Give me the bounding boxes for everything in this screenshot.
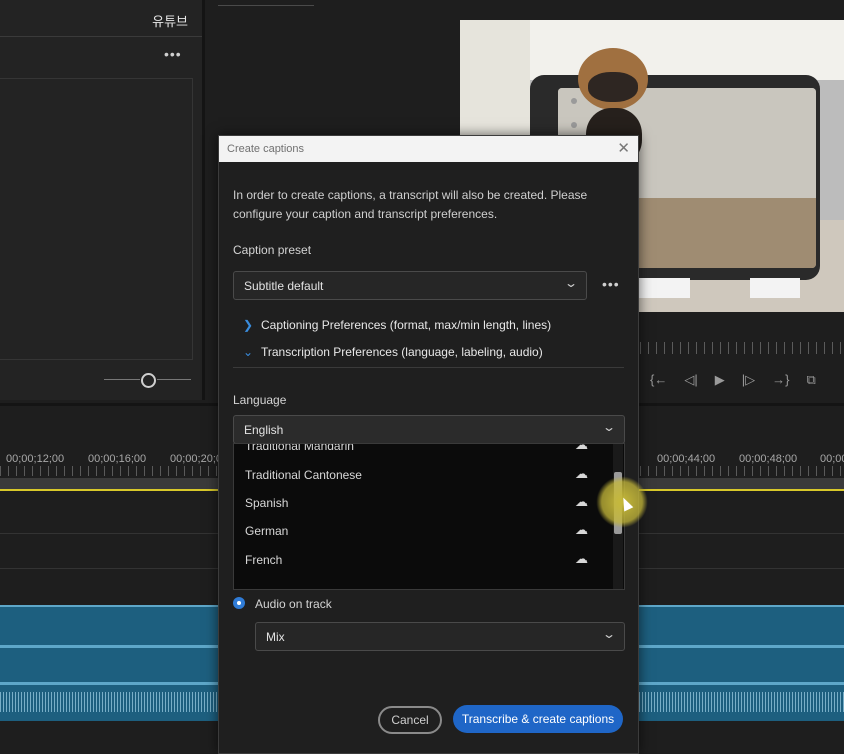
language-value: English bbox=[244, 423, 284, 437]
timecode-label: 00;00;48;00 bbox=[739, 453, 798, 465]
video-plush-face bbox=[588, 72, 638, 102]
audio-track-select[interactable]: Mix ⌄ bbox=[255, 622, 625, 651]
phone-control-icon bbox=[571, 98, 577, 104]
caption-preset-label: Caption preset bbox=[233, 243, 312, 257]
chevron-down-icon: ⌄ bbox=[601, 627, 617, 641]
chevron-right-icon: ❯ bbox=[243, 318, 254, 332]
language-dropdown-list[interactable]: Traditional Mandarin ☁ Traditional Canto… bbox=[233, 443, 625, 590]
project-panel-content bbox=[0, 78, 193, 360]
language-option-label: Traditional Mandarin bbox=[245, 443, 354, 453]
zoom-slider-handle[interactable] bbox=[141, 373, 156, 388]
chevron-down-icon: ⌄ bbox=[243, 345, 254, 359]
create-captions-dialog: Create captions ✕ In order to create cap… bbox=[218, 135, 648, 754]
list-item[interactable]: Traditional Mandarin ☁ bbox=[234, 443, 612, 460]
timecode-label: 00;00 bbox=[820, 453, 844, 465]
zoom-slider-track-right[interactable] bbox=[157, 379, 191, 380]
language-option-label: Traditional Cantonese bbox=[245, 468, 362, 482]
step-forward-icon[interactable]: |▷ bbox=[742, 372, 755, 388]
audio-track-value: Mix bbox=[266, 630, 285, 644]
source-tab-underline bbox=[218, 5, 314, 6]
timecode-label: 00;00;44;00 bbox=[657, 453, 716, 465]
cloud-download-icon: ☁ bbox=[575, 522, 588, 537]
cloud-download-icon: ☁ bbox=[575, 551, 588, 566]
transcription-preferences-toggle[interactable]: ⌄ Transcription Preferences (language, la… bbox=[243, 345, 543, 359]
caption-preset-value: Subtitle default bbox=[244, 279, 324, 293]
audio-on-track-radio[interactable] bbox=[233, 597, 245, 609]
captioning-preferences-label: Captioning Preferences (format, max/min … bbox=[261, 318, 552, 332]
more-horizontal-icon[interactable]: ••• bbox=[164, 46, 182, 62]
step-back-icon[interactable]: ◁| bbox=[684, 372, 697, 388]
project-panel-header: 유튜브 bbox=[0, 0, 202, 37]
monitor-timeline-ruler[interactable] bbox=[640, 342, 844, 354]
audio-on-track-label: Audio on track bbox=[255, 597, 332, 611]
captioning-preferences-toggle[interactable]: ❯ Captioning Preferences (format, max/min… bbox=[243, 318, 551, 332]
list-item[interactable]: Traditional Cantonese ☁ bbox=[234, 461, 612, 489]
video-window-top bbox=[530, 20, 844, 80]
timecode-label: 00;00;12;00 bbox=[6, 453, 65, 465]
play-icon[interactable]: ▶ bbox=[715, 372, 725, 388]
dialog-titlebar: Create captions ✕ bbox=[219, 136, 638, 162]
section-divider bbox=[233, 367, 624, 368]
language-option-label: Spanish bbox=[245, 496, 289, 510]
language-option-label: German bbox=[245, 524, 289, 538]
timecode-label: 00;00;16;00 bbox=[88, 453, 147, 465]
phone-control-icon bbox=[571, 122, 577, 128]
transcribe-create-captions-button[interactable]: Transcribe & create captions bbox=[453, 705, 623, 733]
transcription-preferences-label: Transcription Preferences (language, lab… bbox=[261, 345, 543, 359]
cloud-download-icon: ☁ bbox=[575, 466, 588, 481]
list-item[interactable]: German ☁ bbox=[234, 517, 612, 545]
timecode-label: 00;00;20;0 bbox=[170, 453, 222, 465]
cancel-button[interactable]: Cancel bbox=[378, 706, 442, 734]
dialog-intro-text: In order to create captions, a transcrip… bbox=[233, 188, 588, 221]
video-stand-left bbox=[630, 278, 690, 298]
language-option-label: French bbox=[245, 553, 283, 567]
more-horizontal-icon[interactable]: ••• bbox=[602, 276, 620, 292]
language-label: Language bbox=[233, 393, 287, 407]
project-panel: 유튜브 ••• bbox=[0, 0, 205, 400]
export-frame-icon[interactable]: ⧉ bbox=[806, 372, 815, 388]
dialog-title: Create captions bbox=[227, 143, 305, 155]
chevron-down-icon: ⌄ bbox=[601, 420, 617, 434]
cloud-download-icon: ☁ bbox=[575, 494, 588, 509]
cloud-download-icon: ☁ bbox=[575, 443, 588, 452]
list-item[interactable]: French ☁ bbox=[234, 546, 612, 574]
zoom-slider-track-left[interactable] bbox=[104, 379, 140, 380]
transport-controls: {← ◁| ▶ |▷ →} ⧉ bbox=[650, 372, 816, 388]
language-select[interactable]: English ⌄ bbox=[233, 415, 625, 444]
mark-in-icon[interactable]: {← bbox=[650, 372, 667, 388]
chevron-down-icon: ⌄ bbox=[563, 276, 579, 290]
go-to-out-icon[interactable]: →} bbox=[772, 372, 789, 388]
list-item[interactable]: Spanish ☁ bbox=[234, 489, 612, 517]
caption-preset-select[interactable]: Subtitle default ⌄ bbox=[233, 271, 587, 300]
close-icon[interactable]: ✕ bbox=[617, 139, 630, 157]
video-stand-right bbox=[750, 278, 800, 298]
project-panel-title: 유튜브 bbox=[152, 15, 188, 30]
